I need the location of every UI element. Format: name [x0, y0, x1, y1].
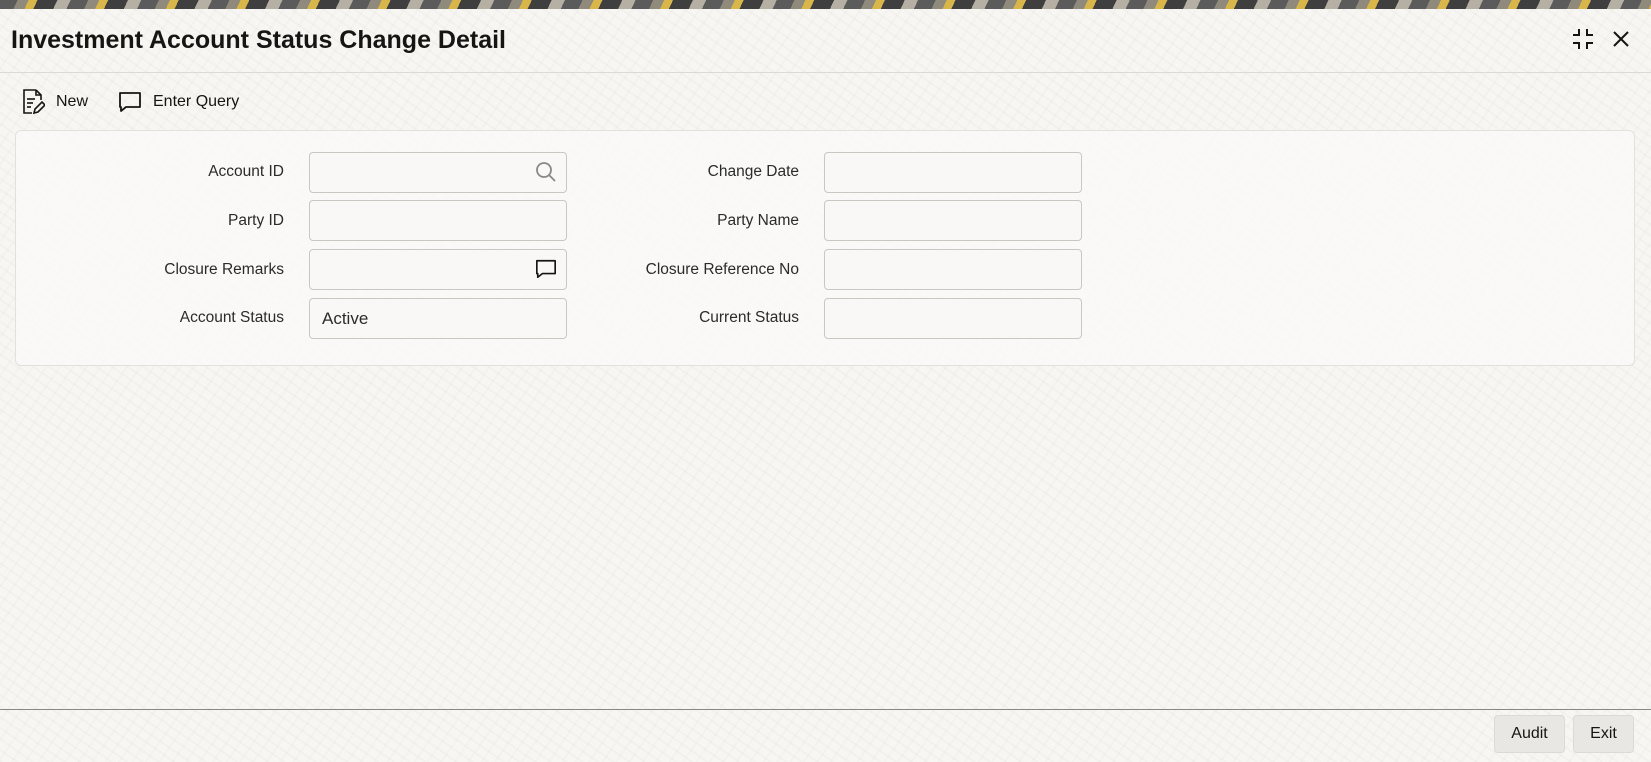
enter-query-label: Enter Query: [153, 93, 240, 110]
exit-button[interactable]: Exit: [1573, 715, 1634, 753]
current-status-label: Current Status: [699, 309, 799, 326]
top-decorative-strip: [0, 0, 1651, 9]
change-date-label: Change Date: [707, 163, 799, 180]
closure-remarks-field[interactable]: [309, 249, 567, 290]
maximize-button[interactable]: [1570, 26, 1596, 52]
footer-divider: [0, 709, 1651, 710]
change-date-field[interactable]: [824, 152, 1082, 193]
audit-button[interactable]: Audit: [1494, 715, 1565, 753]
party-id-field[interactable]: [309, 200, 567, 241]
close-icon: [1613, 31, 1629, 47]
close-button[interactable]: [1608, 26, 1634, 52]
account-id-field[interactable]: [309, 152, 567, 193]
new-button[interactable]: New: [20, 88, 88, 116]
account-id-label: Account ID: [208, 163, 284, 180]
maximize-icon: [1573, 29, 1593, 49]
account-status-field[interactable]: Active: [309, 298, 567, 339]
party-id-label: Party ID: [228, 212, 284, 229]
current-status-field[interactable]: [824, 298, 1082, 339]
title-divider: [0, 72, 1651, 73]
document-edit-icon: [20, 89, 46, 115]
party-name-field[interactable]: [824, 200, 1082, 241]
party-name-label: Party Name: [717, 212, 799, 229]
chat-bubble-icon: [117, 89, 143, 115]
enter-query-button[interactable]: Enter Query: [117, 88, 239, 116]
account-status-label: Account Status: [179, 309, 284, 326]
page-title: Investment Account Status Change Detail: [11, 26, 506, 54]
closure-reference-no-label: Closure Reference No: [645, 261, 799, 278]
new-button-label: New: [56, 93, 89, 110]
closure-remarks-label: Closure Remarks: [164, 261, 284, 278]
closure-reference-no-field[interactable]: [824, 249, 1082, 290]
